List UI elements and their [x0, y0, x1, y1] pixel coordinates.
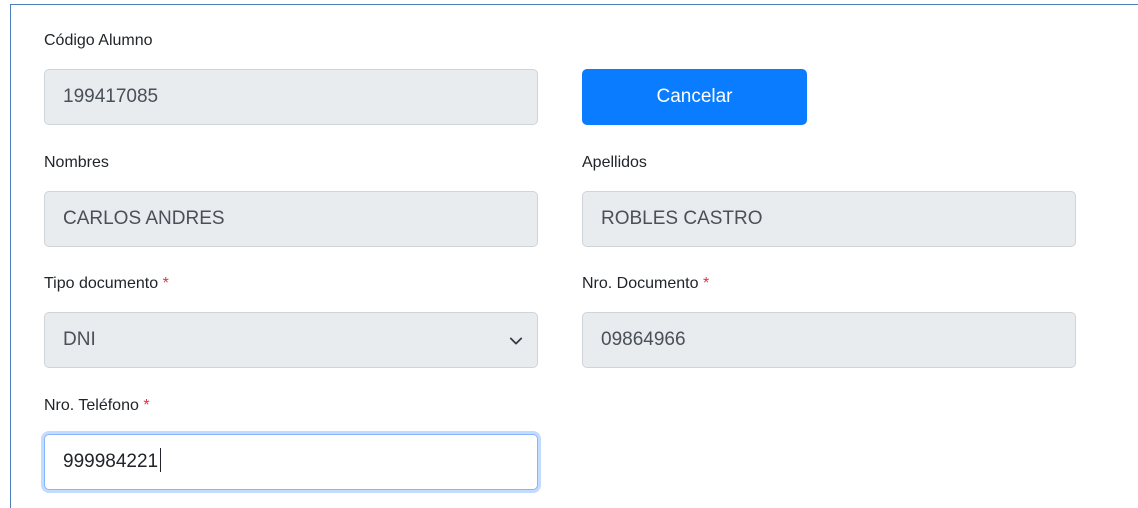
apellidos-value: ROBLES CASTRO	[601, 208, 763, 229]
required-asterisk: *	[162, 275, 169, 292]
nro-documento-label: Nro. Documento *	[582, 274, 709, 294]
tipo-documento-label: Tipo documento *	[44, 274, 169, 294]
tipo-documento-label-text: Tipo documento	[44, 275, 159, 292]
tipo-documento-selected: DNI	[63, 329, 96, 350]
cancel-button-label: Cancelar	[656, 86, 733, 107]
tipo-documento-select[interactable]: DNI	[44, 312, 538, 368]
nro-documento-value: 09864966	[601, 329, 686, 350]
nro-documento-label-text: Nro. Documento	[582, 275, 699, 292]
required-asterisk: *	[702, 275, 710, 292]
text-cursor	[160, 447, 162, 472]
chevron-down-icon	[509, 337, 523, 345]
codigo-alumno-label-text: Código Alumno	[44, 32, 153, 49]
apellidos-label-text: Apellidos	[582, 154, 647, 171]
nro-telefono-label: Nro. Teléfono *	[44, 396, 150, 416]
nombres-label-text: Nombres	[44, 154, 109, 171]
nombres-value: CARLOS ANDRES	[63, 208, 225, 229]
nro-telefono-label-text: Nro. Teléfono	[44, 397, 139, 414]
cancel-button[interactable]: Cancelar	[582, 69, 807, 125]
nro-telefono-field[interactable]: 999984221	[44, 434, 538, 490]
codigo-alumno-label: Código Alumno	[44, 31, 153, 51]
required-asterisk: *	[143, 397, 150, 414]
nro-telefono-value: 999984221	[63, 451, 159, 472]
nombres-field[interactable]: CARLOS ANDRES	[44, 191, 538, 247]
apellidos-label: Apellidos	[582, 153, 647, 173]
nombres-label: Nombres	[44, 153, 109, 173]
nro-documento-field[interactable]: 09864966	[582, 312, 1076, 368]
codigo-alumno-value: 199417085	[63, 86, 159, 107]
codigo-alumno-field[interactable]: 199417085	[44, 69, 538, 125]
apellidos-field[interactable]: ROBLES CASTRO	[582, 191, 1076, 247]
